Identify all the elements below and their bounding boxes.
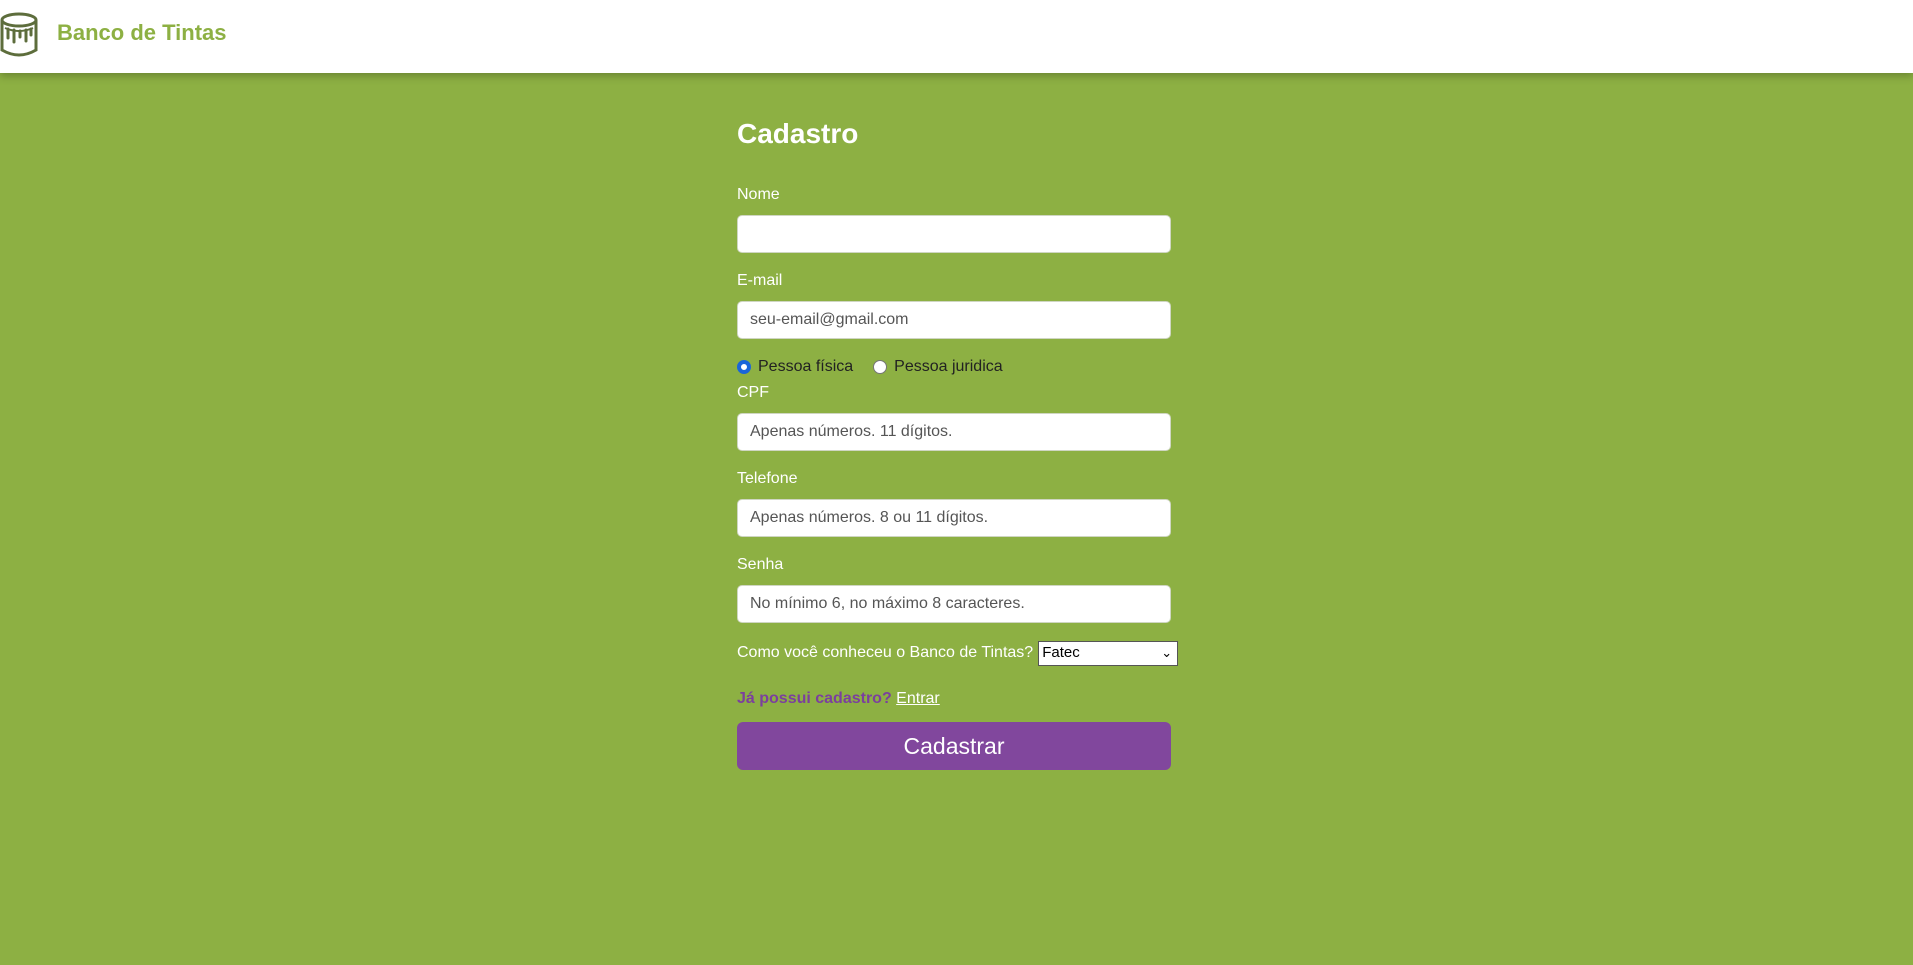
cpf-label: CPF xyxy=(737,384,769,401)
nome-label: Nome xyxy=(737,186,780,203)
radio-pessoa-fisica[interactable]: Pessoa física xyxy=(737,358,853,376)
origem-label: Como você conheceu o Banco de Tintas? xyxy=(737,644,1034,661)
radio-unchecked-icon[interactable] xyxy=(873,360,888,374)
radio-pessoa-juridica[interactable]: Pessoa juridica xyxy=(873,358,1003,376)
email-label: E-mail xyxy=(737,272,783,289)
top-header: Banco de Tintas xyxy=(0,0,1913,73)
origem-row: Como você conheceu o Banco de Tintas? Fa… xyxy=(737,640,1179,666)
radio-pessoa-juridica-label[interactable]: Pessoa juridica xyxy=(894,358,1003,376)
email-input[interactable] xyxy=(737,301,1171,339)
telefone-input[interactable] xyxy=(737,499,1171,537)
login-link[interactable]: Entrar xyxy=(896,690,940,707)
nome-input[interactable] xyxy=(737,215,1171,253)
radio-pessoa-fisica-label[interactable]: Pessoa física xyxy=(758,358,853,376)
senha-input[interactable] xyxy=(737,585,1171,623)
login-prompt: Já possui cadastro? Entrar xyxy=(737,690,940,708)
cpf-input[interactable] xyxy=(737,413,1171,451)
senha-label: Senha xyxy=(737,556,784,573)
telefone-label: Telefone xyxy=(737,470,798,487)
brand-name[interactable]: Banco de Tintas xyxy=(57,20,227,46)
origem-selected-value: Fatec xyxy=(1042,643,1080,661)
cadastrar-button[interactable]: Cadastrar xyxy=(737,722,1171,770)
radio-checked-icon[interactable] xyxy=(737,360,751,374)
origem-select[interactable]: Fatec ⌄ xyxy=(1038,640,1179,666)
tipo-pessoa-group: Pessoa física Pessoa juridica xyxy=(737,356,1023,378)
page-title: Cadastro xyxy=(737,118,859,149)
login-question: Já possui cadastro? xyxy=(737,690,892,707)
chevron-down-icon: ⌄ xyxy=(1161,644,1173,660)
paint-bucket-icon[interactable] xyxy=(0,8,40,62)
